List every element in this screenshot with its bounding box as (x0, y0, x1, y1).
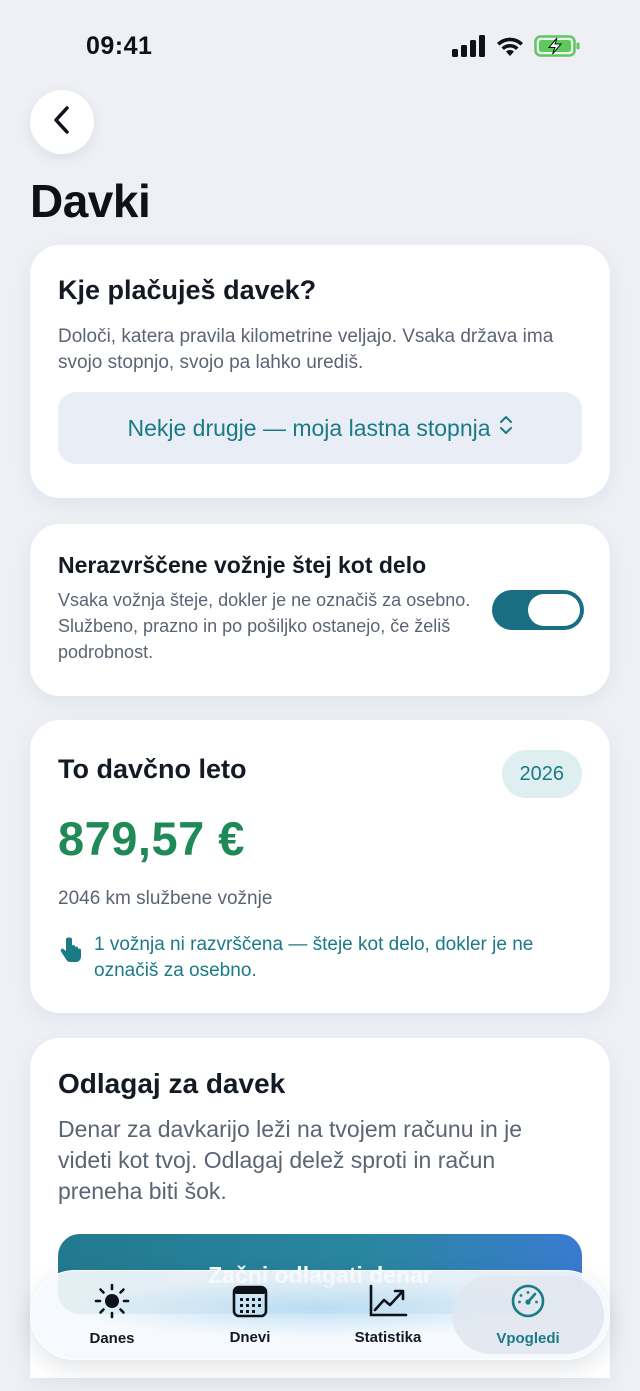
tab-danes[interactable]: Danes (43, 1270, 181, 1360)
chevron-left-icon (51, 105, 73, 140)
tax-country-description: Določi, katera pravila kilometrine velja… (58, 326, 554, 373)
tax-year-card: To davčno leto 2026 879,57 € 2046 km slu… (30, 720, 610, 1013)
tab-dnevi[interactable]: Dnevi (181, 1270, 319, 1360)
unclassified-trips-title: Nerazvrščene vožnje štej kot delo (58, 552, 427, 578)
wifi-icon (496, 35, 524, 62)
cellular-signal-icon (452, 35, 486, 62)
tax-savings-title: Odlagaj za davek (58, 1068, 286, 1099)
tax-country-selected-value: Nekje drugje — moja lastna stopnja (127, 414, 491, 441)
count-as-work-toggle[interactable] (492, 590, 584, 630)
unclassified-trip-note-text: 1 vožnja ni razvrščena — šteje kot delo,… (94, 934, 534, 981)
sun-icon (93, 1283, 131, 1324)
toggle-knob (528, 594, 580, 626)
status-time: 09:41 (86, 32, 153, 60)
tab-label-danes: Danes (89, 1330, 135, 1347)
tab-vpogledi[interactable]: Vpogledi (459, 1270, 597, 1360)
tax-amount: 879,57 € (58, 812, 245, 865)
unclassified-trip-note[interactable]: 1 vožnja ni razvrščena — šteje kot delo,… (58, 932, 582, 984)
calendar-icon (232, 1284, 268, 1323)
chevron-up-down-icon (499, 414, 513, 442)
status-bar: 09:41 (0, 0, 640, 92)
tab-bar: Danes Dnevi Statistika Vpogledi (30, 1270, 610, 1360)
tax-year-badge[interactable]: 2026 (501, 750, 582, 798)
chart-icon (368, 1284, 408, 1323)
page-title: Davki (30, 175, 151, 227)
status-icons (452, 34, 582, 63)
tax-country-card: Kje plačuješ davek? Določi, katera pravi… (30, 245, 610, 498)
tax-savings-description: Denar za davkarijo leži na tvojem računu… (58, 1116, 523, 1204)
battery-charging-icon (534, 34, 582, 63)
tab-label-statistika: Statistika (354, 1329, 422, 1346)
tax-country-title: Kje plačuješ davek? (58, 275, 317, 305)
unclassified-trips-description: Vsaka vožnja šteje, dokler je ne označiš… (58, 590, 471, 662)
back-button[interactable] (30, 90, 94, 154)
gauge-icon (510, 1283, 546, 1324)
hand-tap-icon (58, 932, 84, 984)
tax-country-select[interactable]: Nekje drugje — moja lastna stopnja (58, 392, 582, 464)
tab-statistika[interactable]: Statistika (319, 1270, 457, 1360)
tab-label-vpogledi: Vpogledi (496, 1330, 560, 1347)
tab-label-dnevi: Dnevi (229, 1329, 271, 1346)
unclassified-trips-card: Nerazvrščene vožnje štej kot delo Vsaka … (30, 524, 610, 696)
business-km-text: 2046 km službene vožnje (58, 888, 273, 909)
